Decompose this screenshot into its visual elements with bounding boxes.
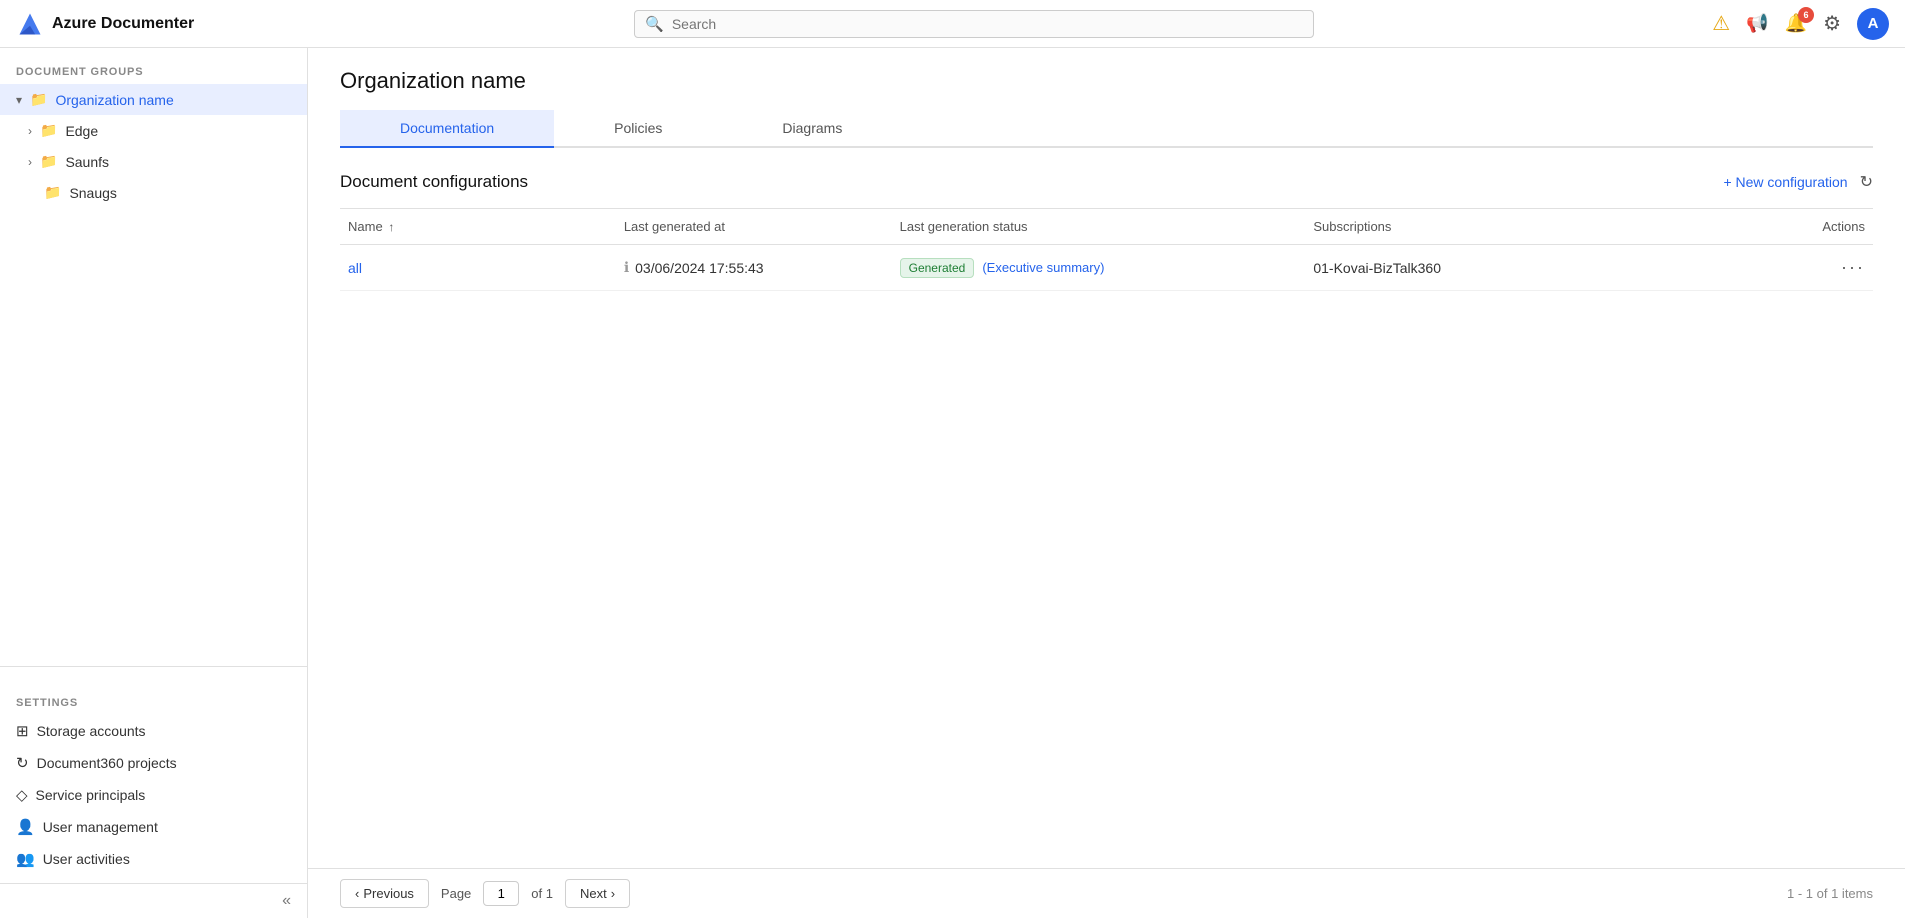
sidebar-item-label: Edge	[65, 123, 98, 139]
folder-icon: 📁	[40, 122, 57, 139]
notification-badge: 6	[1798, 7, 1814, 23]
section-actions: + New configuration ↻	[1723, 172, 1873, 192]
user-mgmt-icon: 👤	[16, 818, 35, 836]
content-header: Organization name Documentation Policies…	[308, 48, 1905, 148]
sidebar-item-doc360[interactable]: ↻ Document360 projects	[0, 747, 307, 779]
previous-button[interactable]: ‹ Previous	[340, 879, 429, 908]
sidebar-item-label: Saunfs	[65, 154, 109, 170]
sidebar-item-organization[interactable]: ▾ 📁 Organization name	[0, 84, 307, 115]
inner-content: Document configurations + New configurat…	[308, 148, 1905, 868]
executive-summary-link[interactable]: (Executive summary)	[982, 260, 1104, 275]
table-header: Name ↑ Last generated at Last generation…	[340, 209, 1873, 245]
section-header: Document configurations + New configurat…	[340, 172, 1873, 192]
chevron-right-icon: ›	[611, 886, 615, 901]
row-name[interactable]: all	[340, 260, 624, 276]
sort-arrow-icon: ↑	[388, 220, 394, 234]
announcements-icon[interactable]: 📢	[1746, 13, 1768, 34]
sidebar-item-edge[interactable]: › 📁 Edge	[0, 115, 307, 146]
col-header-subscriptions: Subscriptions	[1313, 219, 1727, 234]
search-box[interactable]: 🔍	[634, 10, 1314, 38]
new-configuration-button[interactable]: + New configuration	[1723, 174, 1847, 190]
page-of-label: of 1	[531, 886, 553, 901]
pagination-bar: ‹ Previous Page of 1 Next › 1 - 1 of 1 i…	[308, 868, 1905, 918]
settings-label: Settings	[0, 679, 307, 715]
sidebar-divider	[0, 666, 307, 667]
sidebar-item-label: Organization name	[55, 92, 173, 108]
status-badge: Generated	[900, 258, 975, 278]
main-layout: Document Groups ▾ 📁 Organization name › …	[0, 48, 1905, 918]
next-button[interactable]: Next ›	[565, 879, 630, 908]
settings-icon[interactable]: ⚙	[1823, 11, 1841, 36]
settings-items: ⊞ Storage accounts ↻ Document360 project…	[0, 715, 307, 883]
sidebar-item-user-activities[interactable]: 👥 User activities	[0, 843, 307, 875]
configurations-table: Name ↑ Last generated at Last generation…	[340, 208, 1873, 291]
document-groups-label: Document Groups	[0, 48, 307, 84]
sidebar-item-storage[interactable]: ⊞ Storage accounts	[0, 715, 307, 747]
col-header-generated: Last generated at	[624, 219, 900, 234]
chevron-down-icon: ▾	[16, 93, 22, 107]
chevron-right-icon: ›	[28, 124, 32, 138]
app-logo[interactable]: Azure Documenter	[16, 10, 236, 38]
page-label: Page	[441, 886, 471, 901]
section-title: Document configurations	[340, 172, 528, 192]
row-status: Generated (Executive summary)	[900, 258, 1314, 278]
page-title: Organization name	[340, 68, 1873, 94]
sidebar-item-label: User management	[43, 819, 158, 835]
storage-icon: ⊞	[16, 722, 29, 740]
warning-icon[interactable]: ⚠	[1712, 11, 1730, 36]
folder-icon: 📁	[40, 153, 57, 170]
sidebar-item-label: Storage accounts	[37, 723, 146, 739]
col-header-name: Name ↑	[340, 219, 624, 234]
row-subscriptions: 01-Kovai-BizTalk360	[1313, 260, 1727, 276]
row-generated-at: ℹ 03/06/2024 17:55:43	[624, 259, 900, 276]
search-input[interactable]	[672, 16, 1303, 32]
sidebar-item-service-principals[interactable]: ◇ Service principals	[0, 779, 307, 811]
folder-icon: 📁	[44, 184, 61, 201]
topnav: Azure Documenter 🔍 ⚠ 📢 🔔 6 ⚙ A	[0, 0, 1905, 48]
user-activities-icon: 👥	[16, 850, 35, 868]
sidebar-collapse-button[interactable]: «	[0, 883, 307, 918]
row-actions-button[interactable]: ···	[1727, 257, 1873, 278]
sidebar-item-label: Document360 projects	[37, 755, 177, 771]
sidebar-item-saunfs[interactable]: › 📁 Saunfs	[0, 146, 307, 177]
table-row: all ℹ 03/06/2024 17:55:43 Generated (Exe…	[340, 245, 1873, 291]
service-icon: ◇	[16, 786, 28, 804]
logo-icon	[16, 10, 44, 38]
sidebar-item-snaugs[interactable]: 📁 Snaugs	[0, 177, 307, 208]
col-header-status: Last generation status	[900, 219, 1314, 234]
main-content: Organization name Documentation Policies…	[308, 48, 1905, 918]
notifications-icon[interactable]: 🔔 6	[1785, 13, 1807, 34]
chevron-left-icon: ‹	[355, 886, 359, 901]
search-icon: 🔍	[645, 15, 664, 33]
tabs: Documentation Policies Diagrams	[340, 110, 1873, 148]
collapse-icon: «	[282, 892, 291, 910]
pagination-count: 1 - 1 of 1 items	[1787, 886, 1873, 901]
tab-documentation[interactable]: Documentation	[340, 110, 554, 148]
sidebar-item-label: Snaugs	[69, 185, 116, 201]
page-input[interactable]	[483, 881, 519, 906]
folder-icon: 📁	[30, 91, 47, 108]
tab-policies[interactable]: Policies	[554, 110, 722, 148]
col-header-actions: Actions	[1727, 219, 1873, 234]
topnav-actions: ⚠ 📢 🔔 6 ⚙ A	[1712, 8, 1889, 40]
sidebar-item-label: Service principals	[36, 787, 146, 803]
refresh-button[interactable]: ↻	[1860, 172, 1873, 192]
chevron-right-icon: ›	[28, 155, 32, 169]
info-icon: ℹ	[624, 259, 629, 276]
user-avatar[interactable]: A	[1857, 8, 1889, 40]
app-name: Azure Documenter	[52, 15, 194, 33]
sidebar-item-label: User activities	[43, 851, 130, 867]
doc360-icon: ↻	[16, 754, 29, 772]
sidebar: Document Groups ▾ 📁 Organization name › …	[0, 48, 308, 918]
sidebar-item-user-management[interactable]: 👤 User management	[0, 811, 307, 843]
tab-diagrams[interactable]: Diagrams	[722, 110, 902, 148]
